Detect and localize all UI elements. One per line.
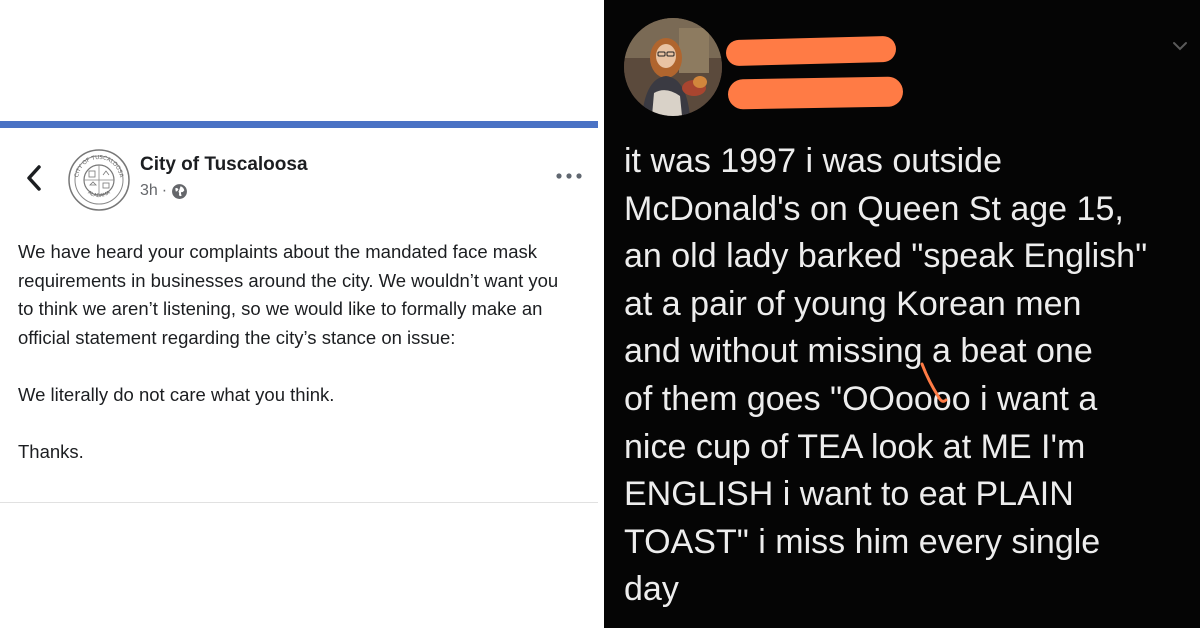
post-body: We have heard your complaints about the … bbox=[18, 238, 578, 495]
tweet-line: TOAST" i miss him every single bbox=[624, 522, 1101, 561]
more-options-button[interactable] bbox=[552, 166, 586, 186]
city-seal-avatar[interactable]: CITY OF TUSCALOOSA ALABAMA bbox=[68, 149, 130, 211]
tweet-text: it was 1997 i was outside McDonald's on … bbox=[624, 138, 1194, 614]
tweet-line: McDonald's on Queen St age 15, bbox=[624, 189, 1124, 228]
tweet-line: and without missing a beat one bbox=[624, 332, 1093, 371]
tweet-line: nice cup of TEA look at ME I'm bbox=[624, 427, 1086, 466]
meta-separator: · bbox=[161, 182, 168, 199]
tweet-line: of them goes "OOoooo i want a bbox=[624, 379, 1098, 418]
redacted-username bbox=[727, 76, 904, 110]
post-meta: 3h · bbox=[140, 182, 188, 200]
redacted-display-name bbox=[725, 35, 897, 67]
facebook-post-card: CITY OF TUSCALOOSA ALABAMA City of Tusca… bbox=[0, 128, 598, 503]
post-time[interactable]: 3h bbox=[140, 182, 158, 200]
chevron-down-icon[interactable] bbox=[1172, 40, 1188, 52]
avatar-photo bbox=[624, 18, 722, 116]
user-avatar[interactable] bbox=[624, 18, 722, 116]
tweet-line: ENGLISH i want to eat PLAIN bbox=[624, 475, 1074, 514]
tweet-line: an old lady barked "speak English" bbox=[624, 237, 1148, 276]
post-paragraph: Thanks. bbox=[18, 441, 84, 463]
post-paragraph: We literally do not care what you think. bbox=[18, 383, 335, 405]
tweet-line: day bbox=[624, 570, 679, 609]
header-divider bbox=[0, 121, 598, 128]
tweet-line: it was 1997 i was outside bbox=[624, 142, 1002, 180]
more-horizontal-icon bbox=[556, 173, 582, 179]
page-name[interactable]: City of Tuscaloosa bbox=[140, 154, 308, 176]
globe-icon bbox=[172, 183, 188, 199]
city-seal-logo: CITY OF TUSCALOOSA ALABAMA bbox=[68, 149, 130, 211]
post-paragraph: We have heard your complaints about the … bbox=[18, 241, 559, 348]
facebook-post-panel: CITY OF TUSCALOOSA ALABAMA City of Tusca… bbox=[0, 0, 600, 628]
tweet-line: at a pair of young Korean men bbox=[624, 284, 1082, 323]
back-button[interactable] bbox=[20, 158, 48, 198]
tweet-panel: it was 1997 i was outside McDonald's on … bbox=[604, 0, 1200, 628]
chevron-left-icon bbox=[27, 165, 41, 191]
orange-scribble-mark bbox=[920, 362, 948, 403]
